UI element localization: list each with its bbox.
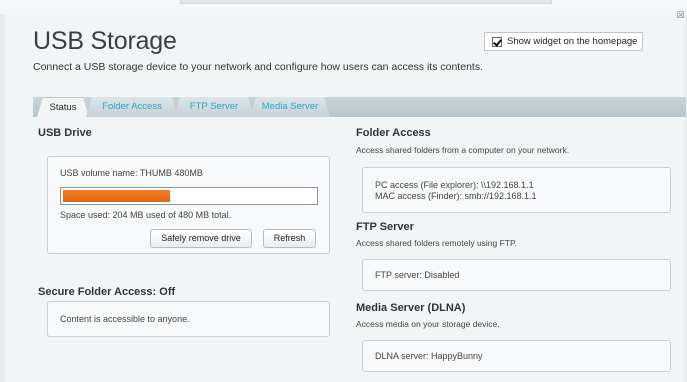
show-widget-option[interactable]: Show widget on the homepage <box>484 32 643 51</box>
top-band <box>0 0 687 14</box>
page-title: USB Storage <box>33 27 177 55</box>
usb-drive-heading: USB Drive <box>38 127 92 139</box>
folder-access-box <box>362 167 671 213</box>
folder-access-subtitle: Access shared folders from a computer on… <box>356 145 570 155</box>
refresh-button[interactable]: Refresh <box>263 229 316 248</box>
tab-folder-access[interactable]: Folder Access <box>86 97 178 117</box>
safely-remove-drive-button[interactable]: Safely remove drive <box>150 229 252 248</box>
ftp-server-heading: FTP Server <box>356 221 414 233</box>
tab-media-server[interactable]: Media Server <box>250 97 330 117</box>
media-server-heading: Media Server (DLNA) <box>356 302 466 314</box>
secure-folder-heading: Secure Folder Access: Off <box>38 286 176 298</box>
show-widget-label: Show widget on the homepage <box>507 36 638 47</box>
dlna-server-status: DLNA server: HappyBunny <box>375 351 483 361</box>
tab-status[interactable]: Status <box>37 97 89 117</box>
secure-folder-text: Content is accessible to anyone. <box>60 314 190 324</box>
space-used-fill <box>63 190 170 202</box>
folder-access-heading: Folder Access <box>356 127 431 139</box>
show-widget-checkbox[interactable] <box>492 36 502 47</box>
media-server-subtitle: Access media on your storage device. <box>356 319 500 329</box>
close-icon[interactable]: ☒ <box>676 12 685 21</box>
space-used-bar <box>60 187 318 205</box>
usb-storage-window: ☒ USB Storage Connect a USB storage devi… <box>0 0 687 382</box>
ftp-server-subtitle: Access shared folders remotely using FTP… <box>356 238 517 248</box>
mac-access-text: MAC access (Finder): smb://192.168.1.1 <box>375 191 537 201</box>
top-notch <box>180 0 552 4</box>
page-subtitle: Connect a USB storage device to your net… <box>33 61 483 73</box>
pc-access-text: PC access (File explorer): \\192.168.1.1 <box>375 180 534 190</box>
tab-ftp-server[interactable]: FTP Server <box>174 97 254 117</box>
space-used-text: Space used: 204 MB used of 480 MB total. <box>60 210 232 220</box>
usb-volume-name: USB volume name: THUMB 480MB <box>60 168 203 178</box>
ftp-server-status: FTP server: Disabled <box>375 270 460 280</box>
